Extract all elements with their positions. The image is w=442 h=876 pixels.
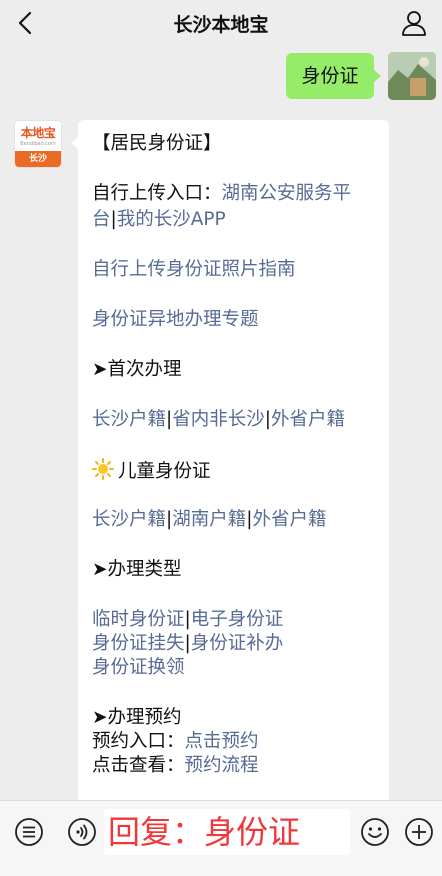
- link-hunan-police-platform-cont[interactable]: 台: [92, 209, 111, 230]
- user-avatar[interactable]: [388, 52, 436, 100]
- sun-icon: [92, 458, 114, 480]
- emoji-button[interactable]: [360, 817, 390, 847]
- link-renewal[interactable]: 身份证换领: [92, 656, 185, 680]
- link-photo-guide[interactable]: 自行上传身份证照片指南: [92, 258, 296, 282]
- message-input[interactable]: 回复：身份证: [104, 809, 350, 855]
- types-row-2: 身份证挂失|身份证补办: [92, 632, 283, 656]
- children-heading-line: 儿童身份证: [92, 458, 211, 484]
- link-in-province[interactable]: 省内非长沙: [172, 409, 265, 430]
- link-report-lost[interactable]: 身份证挂失: [92, 633, 185, 654]
- link-my-changsha-app[interactable]: 我的长沙APP: [117, 209, 226, 230]
- user-avatar-image: [388, 52, 436, 100]
- bot-message-bubble: 【居民身份证】 自行上传入口：湖南公安服务平 台|我的长沙APP 自行上传身份证…: [71, 120, 389, 820]
- bottom-input-bar: 回复：身份证: [0, 800, 442, 876]
- link-electronic-id[interactable]: 电子身份证: [191, 609, 284, 630]
- link-remote-topic[interactable]: 身份证异地办理专题: [92, 308, 259, 332]
- first-time-heading: ➤首次办理: [92, 359, 182, 380]
- link-changsha-hukou[interactable]: 长沙户籍: [92, 409, 166, 430]
- view-line: 点击查看：预约流程: [92, 754, 259, 778]
- menu-button[interactable]: [14, 817, 44, 847]
- link-hunan-police-platform[interactable]: 湖南公安服务平: [222, 183, 352, 204]
- plus-icon: [405, 818, 433, 846]
- link-out-province[interactable]: 外省户籍: [271, 409, 345, 430]
- booking-label: 预约入口：: [92, 731, 185, 752]
- bot-avatar[interactable]: 本地宝 Bendibao.com 长沙: [14, 120, 62, 168]
- user-message-bubble[interactable]: 身份证: [286, 53, 381, 99]
- chat-screen: 长沙本地宝 身份证 本地宝 Bendibao.com 长沙 【居民身份证】 自行…: [0, 0, 442, 876]
- view-label: 点击查看：: [92, 755, 185, 776]
- message-heading: 【居民身份证】: [92, 133, 222, 154]
- link-child-changsha[interactable]: 长沙户籍: [92, 509, 166, 530]
- link-reissue[interactable]: 身份证补办: [191, 633, 284, 654]
- profile-button[interactable]: [400, 9, 428, 37]
- upload-entry-line-2: 台|我的长沙APP: [92, 208, 226, 232]
- logo-url: Bendibao.com: [20, 141, 56, 147]
- voice-icon: [68, 818, 96, 846]
- upload-label: 自行上传入口：: [92, 183, 222, 204]
- voice-button[interactable]: [67, 817, 97, 847]
- header-bar: 长沙本地宝: [0, 0, 442, 46]
- emoji-icon: [361, 818, 389, 846]
- link-book-now[interactable]: 点击预约: [185, 731, 259, 752]
- menu-list-icon: [15, 818, 43, 846]
- logo-text: 本地宝: [20, 126, 56, 140]
- more-button[interactable]: [404, 817, 434, 847]
- booking-line: 预约入口：点击预约: [92, 730, 259, 754]
- chat-title: 长沙本地宝: [173, 14, 269, 36]
- link-booking-process[interactable]: 预约流程: [185, 755, 259, 776]
- booking-heading: ➤办理预约: [92, 707, 182, 728]
- upload-entry-line: 自行上传入口：湖南公安服务平: [92, 182, 351, 206]
- link-child-out-province[interactable]: 外省户籍: [253, 509, 327, 530]
- bot-logo: 本地宝 Bendibao.com: [15, 121, 61, 153]
- children-links: 长沙户籍|湖南户籍|外省户籍: [92, 508, 327, 532]
- children-heading: 儿童身份证: [118, 461, 211, 482]
- types-heading: ➤办理类型: [92, 559, 182, 580]
- link-child-hunan[interactable]: 湖南户籍: [172, 509, 246, 530]
- link-temporary-id[interactable]: 临时身份证: [92, 609, 185, 630]
- first-time-links: 长沙户籍|省内非长沙|外省户籍: [92, 408, 345, 432]
- types-row-1: 临时身份证|电子身份证: [92, 608, 283, 632]
- logo-city: 长沙: [15, 151, 61, 167]
- person-icon: [402, 11, 426, 36]
